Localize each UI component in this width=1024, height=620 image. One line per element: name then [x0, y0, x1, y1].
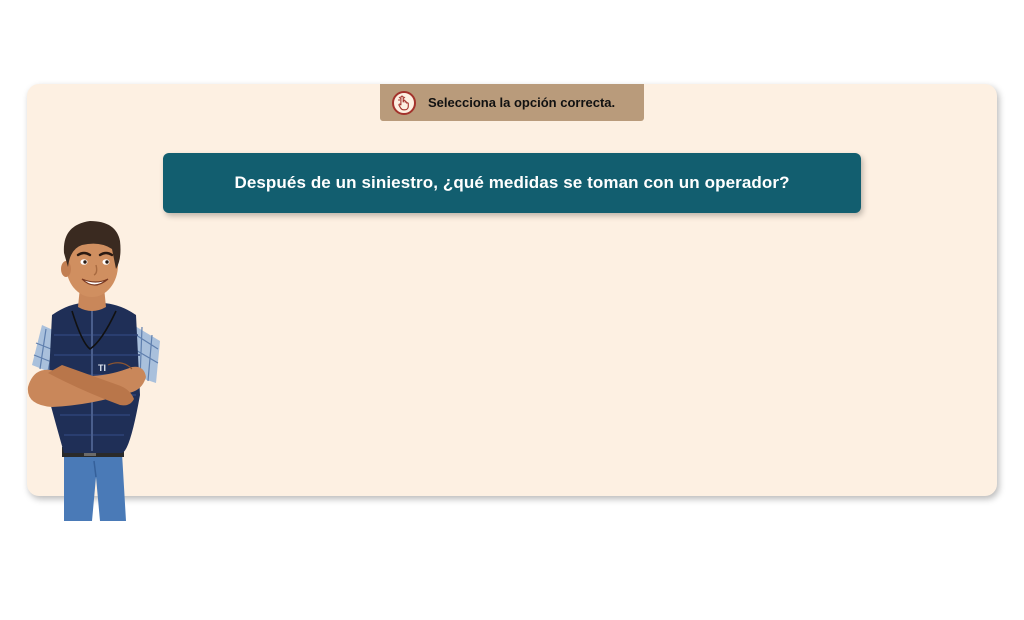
- instruction-banner: Selecciona la opción correcta.: [380, 84, 644, 121]
- guide-character-illustration: TI: [27, 221, 160, 521]
- question-box: Después de un siniestro, ¿qué medidas se…: [163, 153, 861, 213]
- touch-hand-icon: [392, 90, 416, 115]
- activity-stage: Selecciona la opción correcta. Después d…: [0, 0, 1024, 620]
- activity-panel: [27, 84, 997, 496]
- vest-logo-text: TI: [98, 363, 106, 373]
- instruction-text: Selecciona la opción correcta.: [428, 95, 616, 110]
